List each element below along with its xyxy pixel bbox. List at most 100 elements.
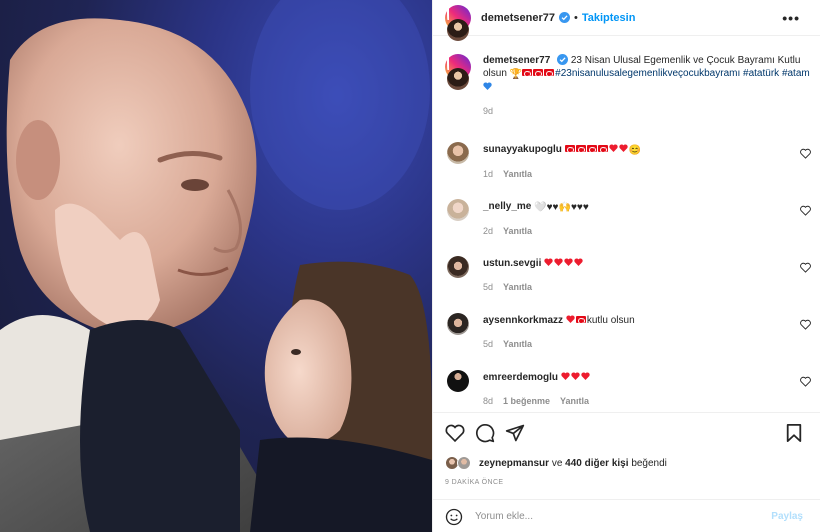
comment-username[interactable]: ustun.sevgii xyxy=(483,258,541,269)
likes-summary: zeynepmansur ve 440 diğer kişi beğendi xyxy=(445,455,667,471)
reply-button[interactable]: Yanıtla xyxy=(503,339,532,349)
like-comment-heart-icon[interactable] xyxy=(800,262,811,273)
comment-text: sunayyakupoglu 😊 xyxy=(483,140,811,157)
red-heart-icon xyxy=(619,144,628,152)
comment-meta: 1d Yanıtla xyxy=(483,169,811,179)
red-heart-icon xyxy=(566,315,575,323)
avatar[interactable] xyxy=(447,142,469,164)
like-comment-heart-icon[interactable] xyxy=(800,205,811,216)
avatar[interactable] xyxy=(447,313,469,335)
reply-button[interactable]: Yanıtla xyxy=(560,396,589,406)
avatar[interactable] xyxy=(445,4,471,54)
comment-meta: 5d Yanıtla xyxy=(483,339,811,349)
comments-scroll-area[interactable]: demetsener77 23 Nisan Ulusal Egemenlik v… xyxy=(433,40,820,412)
post-photo[interactable] xyxy=(0,0,432,532)
turkey-flag-icon xyxy=(522,69,533,77)
avatar[interactable] xyxy=(447,256,469,278)
turkey-flag-icon xyxy=(575,145,586,153)
post-header: demetsener77 • Takiptesin ••• xyxy=(433,0,820,54)
caption: demetsener77 23 Nisan Ulusal Egemenlik v… xyxy=(445,54,811,116)
comment-input[interactable] xyxy=(475,511,745,522)
comment-row: aysennkorkmazz kutlu olsun 5d Yanıtla xyxy=(445,311,811,355)
comment-body: kutlu olsun xyxy=(586,315,635,326)
post-comment-button[interactable]: Paylaş xyxy=(771,511,803,522)
post-side-panel: demetsener77 • Takiptesin ••• demetsener… xyxy=(432,0,820,532)
others-likes-count[interactable]: 440 diğer kişi xyxy=(565,458,628,469)
black-hearts-icon: ♥♥♥ xyxy=(570,202,589,213)
blue-heart-icon xyxy=(483,82,492,90)
comment-username[interactable]: emreerdemoglu xyxy=(483,372,558,383)
black-hearts-icon: ♥♥ xyxy=(546,202,559,213)
comment-likes-count[interactable]: 1 beğenme xyxy=(503,396,550,406)
comment-row: ustun.sevgii 5d Yanıtla xyxy=(445,254,811,298)
turkey-flag-icon xyxy=(544,69,555,77)
red-heart-icon xyxy=(574,258,583,266)
like-comment-heart-icon[interactable] xyxy=(800,148,811,159)
share-paper-plane-icon[interactable] xyxy=(505,423,525,443)
comment-text: aysennkorkmazz kutlu olsun xyxy=(483,311,811,327)
trophy-emoji-icon: 🏆 xyxy=(509,69,523,80)
post-actions: zeynepmansur ve 440 diğer kişi beğendi 9… xyxy=(433,412,820,532)
red-heart-icon xyxy=(544,258,553,266)
comment-time[interactable]: 8d xyxy=(483,396,493,406)
like-comment-heart-icon[interactable] xyxy=(800,376,811,387)
comment-row: sunayyakupoglu 😊 1d Yanıtla xyxy=(445,140,811,184)
comment-username[interactable]: sunayyakupoglu xyxy=(483,144,562,155)
comment-row: _nelly_me 🤍♥♥🙌♥♥♥ 2d Yanıtla xyxy=(445,197,811,241)
red-heart-icon xyxy=(554,258,563,266)
turkey-flag-icon xyxy=(586,145,597,153)
turkey-flag-icon xyxy=(533,69,544,77)
save-bookmark-icon[interactable] xyxy=(785,423,803,443)
comment-bubble-icon[interactable] xyxy=(475,423,495,443)
comment-time[interactable]: 5d xyxy=(483,282,493,292)
red-heart-icon xyxy=(564,258,573,266)
photo-illustration xyxy=(0,0,432,532)
comment-text: _nelly_me 🤍♥♥🙌♥♥♥ xyxy=(483,197,811,214)
comment-text: emreerdemoglu xyxy=(483,368,811,384)
reply-button[interactable]: Yanıtla xyxy=(503,282,532,292)
red-heart-icon xyxy=(571,372,580,380)
reply-button[interactable]: Yanıtla xyxy=(503,169,532,179)
emoji-smile-icon[interactable] xyxy=(445,508,463,526)
header-separator: • xyxy=(574,11,578,24)
verified-badge-icon xyxy=(557,54,569,65)
red-heart-icon xyxy=(609,144,618,152)
caption-username[interactable]: demetsener77 xyxy=(483,55,550,66)
comment-row: emreerdemoglu 8d 1 beğenme Yanıtla xyxy=(445,368,811,412)
liker-avatars[interactable] xyxy=(445,455,475,471)
likes-conjunction: ve xyxy=(551,457,563,469)
comment-time[interactable]: 5d xyxy=(483,339,493,349)
following-button[interactable]: Takiptesin xyxy=(582,12,636,24)
caption-meta: 9d xyxy=(483,106,811,116)
caption-avatar[interactable] xyxy=(445,54,471,104)
comment-meta: 5d Yanıtla xyxy=(483,282,811,292)
add-comment-bar: Paylaş xyxy=(433,499,820,532)
comment-meta: 2d Yanıtla xyxy=(483,226,811,236)
caption-time[interactable]: 9d xyxy=(483,106,493,116)
red-heart-icon xyxy=(561,372,570,380)
comment-time[interactable]: 2d xyxy=(483,226,493,236)
turkey-flag-icon xyxy=(575,316,586,324)
caption-hashtags[interactable]: #23nisanulusalegemenlikveçocukbayramı #a… xyxy=(555,68,810,79)
avatar[interactable] xyxy=(447,199,469,221)
comment-time[interactable]: 1d xyxy=(483,169,493,179)
avatar[interactable] xyxy=(447,370,469,392)
instagram-post-view: demetsener77 • Takiptesin ••• demetsener… xyxy=(0,0,820,532)
likes-suffix: beğendi xyxy=(631,457,667,469)
post-timestamp[interactable]: 9 DAKİKA ÖNCE xyxy=(445,479,504,486)
like-comment-heart-icon[interactable] xyxy=(800,319,811,330)
red-heart-icon xyxy=(581,372,590,380)
more-dots-icon[interactable]: ••• xyxy=(782,10,800,26)
comment-username[interactable]: aysennkorkmazz xyxy=(483,315,563,326)
reply-button[interactable]: Yanıtla xyxy=(503,226,532,236)
like-heart-icon[interactable] xyxy=(445,423,465,443)
comment-username[interactable]: _nelly_me xyxy=(483,201,531,212)
comment-meta: 8d 1 beğenme Yanıtla xyxy=(483,396,811,406)
turkey-flag-icon xyxy=(597,145,608,153)
liker-username[interactable]: zeynepmansur xyxy=(479,458,549,469)
verified-badge-icon xyxy=(559,12,570,23)
header-username[interactable]: demetsener77 xyxy=(481,12,555,24)
comment-text: ustun.sevgii xyxy=(483,254,811,270)
raising-hands-emoji-icon: 🙌 xyxy=(558,202,571,213)
white-heart-emoji-icon: 🤍 xyxy=(534,202,547,213)
